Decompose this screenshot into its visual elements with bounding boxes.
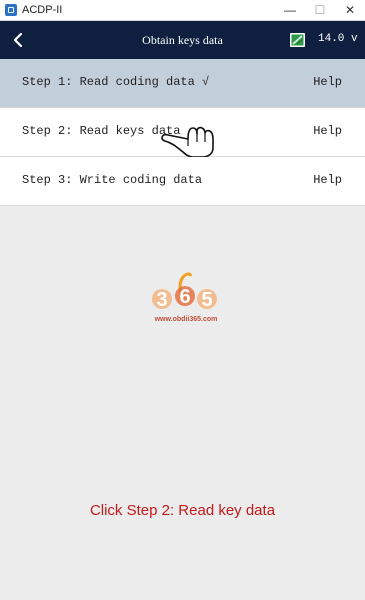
help-button[interactable]: Help bbox=[313, 75, 342, 89]
step-row-1[interactable]: Step 1: Read coding data √ Help bbox=[0, 59, 365, 108]
help-button[interactable]: Help bbox=[313, 124, 342, 138]
minimize-button[interactable]: — bbox=[275, 0, 305, 20]
help-button[interactable]: Help bbox=[313, 173, 342, 187]
instruction-caption: Click Step 2: Read key data bbox=[89, 502, 276, 519]
hand-pointer-icon bbox=[161, 126, 214, 158]
app-icon bbox=[5, 4, 17, 16]
step-label: Step 3: Write coding data bbox=[22, 173, 203, 187]
voltage-readout: 14.0 v bbox=[318, 33, 358, 45]
step-label: Step 1: Read coding data √ bbox=[22, 75, 210, 89]
watermark-url: www.obdii365.com bbox=[154, 316, 218, 323]
logo-digit: 6 bbox=[179, 286, 190, 308]
logo-digit: 5 bbox=[201, 289, 212, 311]
page-title: Obtain keys data bbox=[142, 33, 223, 47]
maximize-button[interactable]: ☐ bbox=[305, 0, 335, 20]
close-button[interactable]: ✕ bbox=[335, 0, 365, 20]
battery-icon bbox=[290, 33, 305, 47]
step-row-3[interactable]: Step 3: Write coding data Help bbox=[0, 157, 365, 206]
step-label: Step 2: Read keys data bbox=[22, 124, 181, 138]
logo-digit: 3 bbox=[156, 289, 167, 311]
step-list: Step 1: Read coding data √ Help Step 2: … bbox=[0, 59, 365, 206]
window-title: ACDP-II bbox=[22, 4, 63, 16]
window-titlebar: ACDP-II — ☐ ✕ bbox=[0, 0, 365, 21]
step-row-2[interactable]: Step 2: Read keys data Help bbox=[0, 108, 365, 158]
header-bar: Obtain keys data 14.0 v bbox=[0, 21, 365, 59]
